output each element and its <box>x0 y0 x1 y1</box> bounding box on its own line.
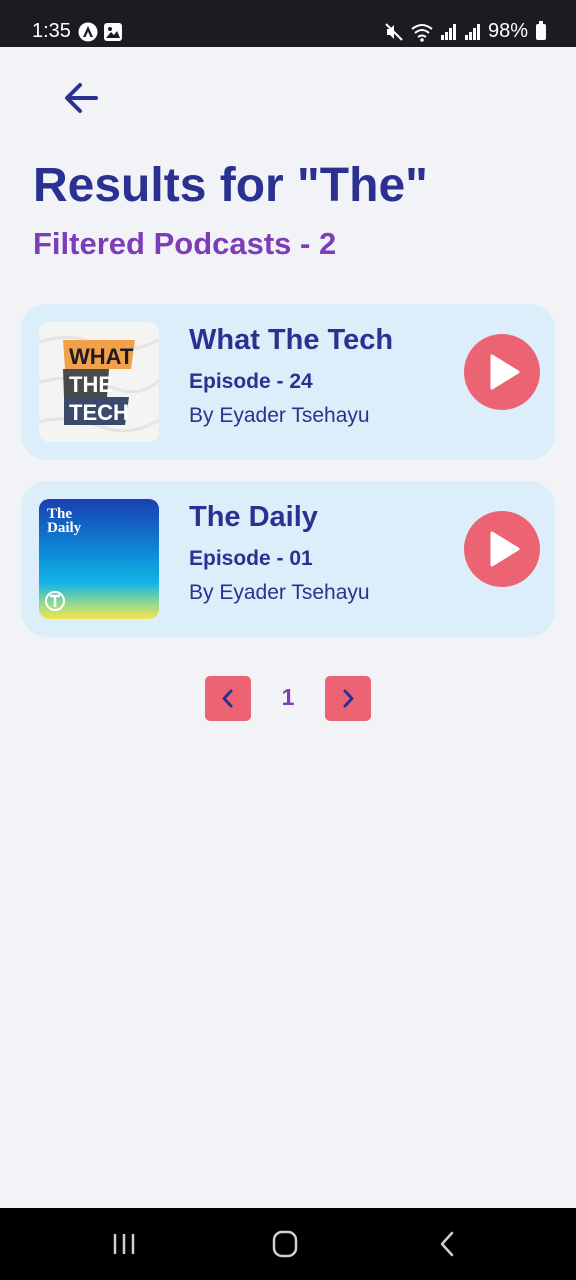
play-button[interactable] <box>464 334 540 410</box>
recent-apps-button[interactable] <box>100 1226 148 1262</box>
status-indicators: 98% <box>384 20 546 43</box>
pagination: 1 <box>0 676 576 722</box>
podcast-card[interactable]: The Daily The Daily Episode - 01 By Eyad… <box>21 481 555 637</box>
play-icon <box>490 531 520 567</box>
arrow-left-icon <box>65 83 98 113</box>
results-subtitle: Filtered Podcasts - 2 <box>33 226 337 261</box>
play-icon <box>490 354 520 390</box>
podcast-cover: The Daily <box>39 499 159 619</box>
battery-percent: 98% <box>487 20 528 42</box>
next-page-button[interactable] <box>325 676 371 721</box>
cover-text-what: WHAT <box>69 344 134 369</box>
episode-label: Episode - 24 <box>189 370 313 393</box>
system-back-icon <box>440 1231 454 1257</box>
gallery-notification-icon <box>104 23 122 41</box>
home-button[interactable] <box>261 1226 309 1262</box>
cover-text-tech: TECH <box>69 400 129 425</box>
play-button[interactable] <box>464 511 540 587</box>
podcast-title: The Daily <box>189 501 318 533</box>
chevron-left-icon <box>222 689 233 708</box>
the-daily-cover-art: The Daily <box>39 499 159 619</box>
chevron-right-icon <box>343 689 354 708</box>
signal-icon <box>440 23 456 40</box>
podcast-cover: WHAT THE TECH <box>39 322 159 442</box>
back-button[interactable] <box>60 78 102 118</box>
mute-icon <box>385 22 403 41</box>
wifi-icon <box>411 23 433 42</box>
author-label: By Eyader Tsehayu <box>189 581 370 604</box>
status-time: 1:35 <box>32 20 71 42</box>
podcast-card[interactable]: WHAT THE TECH What The Tech Episode - 24… <box>21 304 555 460</box>
page-title: Results for "The" <box>33 159 428 212</box>
author-label: By Eyader Tsehayu <box>189 404 370 427</box>
prev-page-button[interactable] <box>205 676 251 721</box>
cover-text-daily: Daily <box>47 520 82 536</box>
recent-apps-icon <box>113 1234 135 1254</box>
current-page-number: 1 <box>281 684 295 710</box>
what-the-tech-cover-art: WHAT THE TECH <box>39 322 159 442</box>
episode-label: Episode - 01 <box>189 547 313 570</box>
battery-icon <box>536 20 546 40</box>
status-bar: 1:35 98% <box>0 0 576 47</box>
podcast-title: What The Tech <box>189 324 394 356</box>
system-nav-bar <box>0 1208 576 1280</box>
signal-icon-2 <box>464 23 480 40</box>
system-back-button[interactable] <box>424 1226 472 1262</box>
notification-app-icon <box>78 22 98 42</box>
home-icon <box>272 1230 298 1258</box>
cover-text-the: THE <box>69 372 113 397</box>
